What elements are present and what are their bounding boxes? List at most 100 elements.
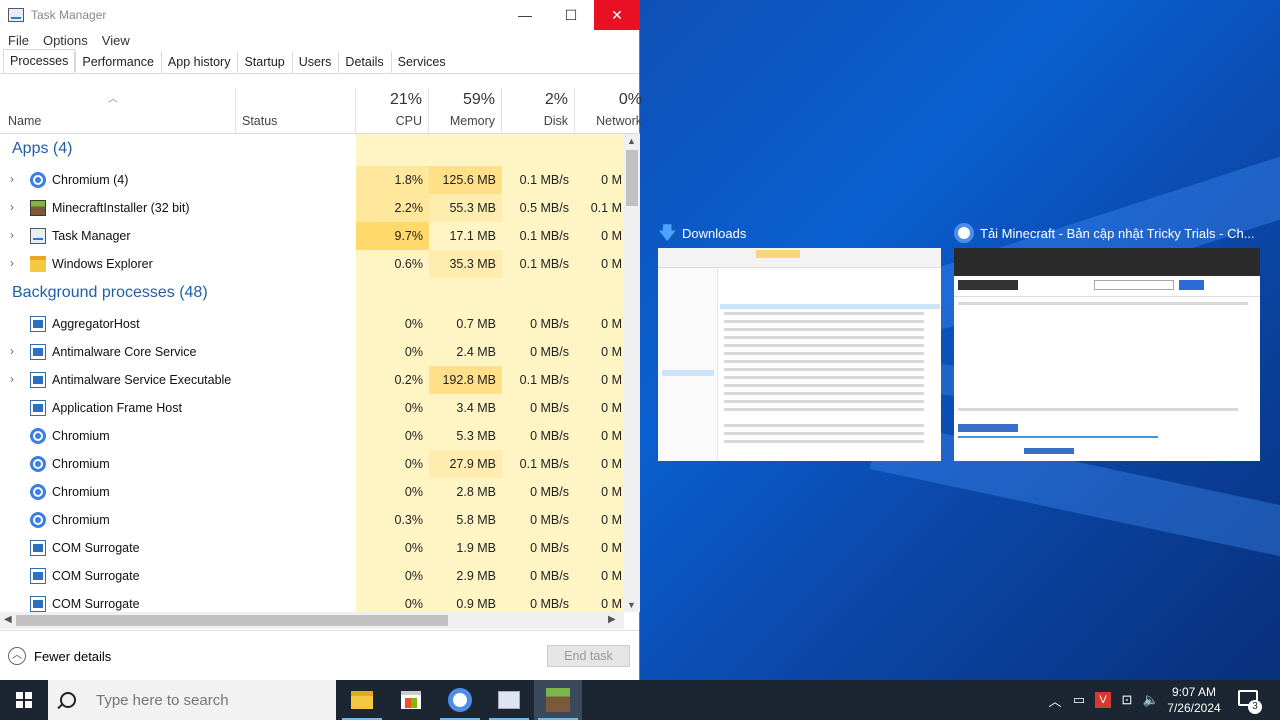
process-row[interactable]: Chromium 0% 27.9 MB 0.1 MB/s 0 M	[0, 450, 624, 478]
vertical-scroll-thumb[interactable]	[626, 150, 638, 206]
process-row[interactable]: Chromium 0% 5.3 MB 0 MB/s 0 M	[0, 422, 624, 450]
memory-value: 2.8 MB	[456, 485, 496, 499]
title-bar[interactable]: Task Manager — ☐ ✕	[0, 0, 640, 30]
process-row[interactable]: Chromium 0.3% 5.8 MB 0 MB/s 0 M	[0, 506, 624, 534]
taskbar-file-explorer[interactable]	[338, 680, 386, 720]
tray-device-icon[interactable]: ▭	[1068, 680, 1090, 720]
store-icon	[401, 691, 421, 709]
expand-chevron-icon[interactable]: ›	[10, 200, 14, 214]
network-value: 0 M	[601, 541, 622, 555]
chromium-icon	[30, 484, 46, 500]
process-row[interactable]: › Antimalware Service Executable 0.2% 192.8…	[0, 366, 624, 394]
disk-value: 0.1 MB/s	[519, 457, 569, 471]
horizontal-scroll-thumb[interactable]	[16, 615, 448, 626]
network-value: 0 M	[601, 229, 622, 243]
expand-chevron-icon[interactable]: ›	[10, 344, 14, 358]
preview-downloads[interactable]: 🡇 Downloads	[658, 222, 941, 461]
tab-services[interactable]: Services	[390, 51, 453, 73]
column-cpu[interactable]: 21% CPU	[356, 88, 429, 134]
column-name[interactable]: ︿ Name	[0, 88, 236, 134]
network-value: 0 M	[601, 597, 622, 611]
tab-app-history[interactable]: App history	[160, 51, 238, 73]
group-cell-bg	[575, 278, 624, 310]
start-button[interactable]	[0, 680, 48, 720]
memory-value: 35.3 MB	[449, 257, 496, 271]
memory-value: 27.9 MB	[449, 457, 496, 471]
expand-chevron-icon[interactable]: ›	[10, 172, 14, 186]
process-row[interactable]: COM Surrogate 0% 0.9 MB 0 MB/s 0 M	[0, 590, 624, 612]
preview-browser[interactable]: Tải Minecraft - Bản cập nhật Tricky Tria…	[954, 222, 1264, 461]
disk-value: 0.1 MB/s	[519, 173, 569, 187]
scroll-up-icon[interactable]: ▲	[627, 136, 636, 146]
tab-startup[interactable]: Startup	[237, 51, 291, 73]
task-manager-icon	[8, 8, 24, 22]
search-box[interactable]	[48, 680, 336, 720]
process-row[interactable]: › Antimalware Core Service 0% 2.4 MB 0 MB/s 0…	[0, 338, 624, 366]
cpu-value: 0%	[404, 401, 423, 415]
process-row[interactable]: AggregatorHost 0% 0.7 MB 0 MB/s 0 M	[0, 310, 624, 338]
menu-file[interactable]: File	[8, 33, 29, 48]
process-name: Chromium (4)	[52, 173, 129, 187]
disk-value: 0 MB/s	[530, 345, 569, 359]
close-button[interactable]: ✕	[594, 0, 640, 30]
tray-app-icon[interactable]: V	[1092, 680, 1114, 720]
process-row[interactable]: COM Surrogate 0% 2.9 MB 0 MB/s 0 M	[0, 562, 624, 590]
maximize-button[interactable]: ☐	[548, 0, 594, 30]
expand-chevron-icon[interactable]: ›	[10, 256, 14, 270]
process-row[interactable]: › Task Manager 9.7% 17.1 MB 0.1 MB/s 0 M	[0, 222, 624, 250]
column-memory[interactable]: 59% Memory	[429, 88, 502, 134]
cpu-value: 2.2%	[394, 201, 424, 215]
scroll-down-icon[interactable]: ▼	[627, 600, 636, 610]
vertical-scrollbar[interactable]: ▲ ▼	[624, 134, 640, 612]
scroll-left-icon[interactable]: ◀	[4, 614, 12, 625]
process-name: Application Frame Host	[52, 401, 182, 415]
taskbar-task-manager[interactable]	[485, 680, 533, 720]
expand-chevron-icon[interactable]: ›	[10, 228, 14, 242]
process-name: COM Surrogate	[52, 541, 140, 555]
service-icon	[30, 568, 46, 584]
disk-value: 0 MB/s	[530, 569, 569, 583]
disk-value: 0 MB/s	[530, 317, 569, 331]
clock[interactable]: 9:07 AM 7/26/2024	[1156, 684, 1232, 716]
expand-chevron-icon[interactable]: ›	[10, 372, 14, 386]
horizontal-scrollbar[interactable]: ◀ ▶	[0, 612, 624, 629]
group-background-processes[interactable]: Background processes (48)	[0, 278, 624, 310]
menu-view[interactable]: View	[102, 33, 130, 48]
tab-processes[interactable]: Processes	[3, 49, 76, 73]
column-disk[interactable]: 2% Disk	[502, 88, 575, 134]
service-icon	[30, 316, 46, 332]
chromium-icon	[30, 172, 46, 188]
disk-value: 0.1 MB/s	[519, 257, 569, 271]
process-row[interactable]: › Chromium (4) 1.8% 125.6 MB 0.1 MB/s 0 M	[0, 166, 624, 194]
process-name: Chromium	[52, 513, 110, 527]
menu-options[interactable]: Options	[43, 33, 88, 48]
tab-users[interactable]: Users	[291, 51, 339, 73]
column-status-label: Status	[242, 114, 278, 128]
chromium-icon	[448, 688, 472, 712]
search-input[interactable]	[96, 691, 326, 709]
process-row[interactable]: › Windows Explorer 0.6% 35.3 MB 0.1 MB/s 0 M	[0, 250, 624, 278]
column-network[interactable]: 0% Network	[575, 88, 642, 134]
process-row[interactable]: Application Frame Host 0% 3.4 MB 0 MB/s 0 M	[0, 394, 624, 422]
group-apps[interactable]: Apps (4)	[0, 134, 624, 166]
process-row[interactable]: Chromium 0% 2.8 MB 0 MB/s 0 M	[0, 478, 624, 506]
scroll-right-icon[interactable]: ▶	[608, 614, 616, 625]
process-row[interactable]: › MinecraftInstaller (32 bit) 2.2% 55.3 MB 0…	[0, 194, 624, 222]
column-status[interactable]: Status	[236, 88, 356, 134]
tab-performance[interactable]: Performance	[75, 51, 161, 73]
taskbar-chromium[interactable]	[436, 680, 484, 720]
group-cell-bg	[502, 134, 575, 166]
tab-details[interactable]: Details	[338, 51, 390, 73]
minimize-button[interactable]: —	[502, 0, 548, 30]
end-task-button[interactable]: End task	[547, 645, 630, 667]
fewer-details-button[interactable]: ︿ Fewer details	[8, 647, 111, 665]
taskbar-store[interactable]	[387, 680, 435, 720]
taskbar-minecraft-installer[interactable]	[534, 680, 582, 720]
process-row[interactable]: COM Surrogate 0% 1.9 MB 0 MB/s 0 M	[0, 534, 624, 562]
network-icon[interactable]: ⊡	[1116, 680, 1138, 720]
process-name: Antimalware Service Executable	[52, 373, 232, 387]
process-name: Chromium	[52, 485, 110, 499]
column-disk-label: Disk	[543, 114, 568, 128]
service-icon	[30, 540, 46, 556]
show-hidden-icons-chevron-icon[interactable]: ︿	[1044, 680, 1066, 720]
